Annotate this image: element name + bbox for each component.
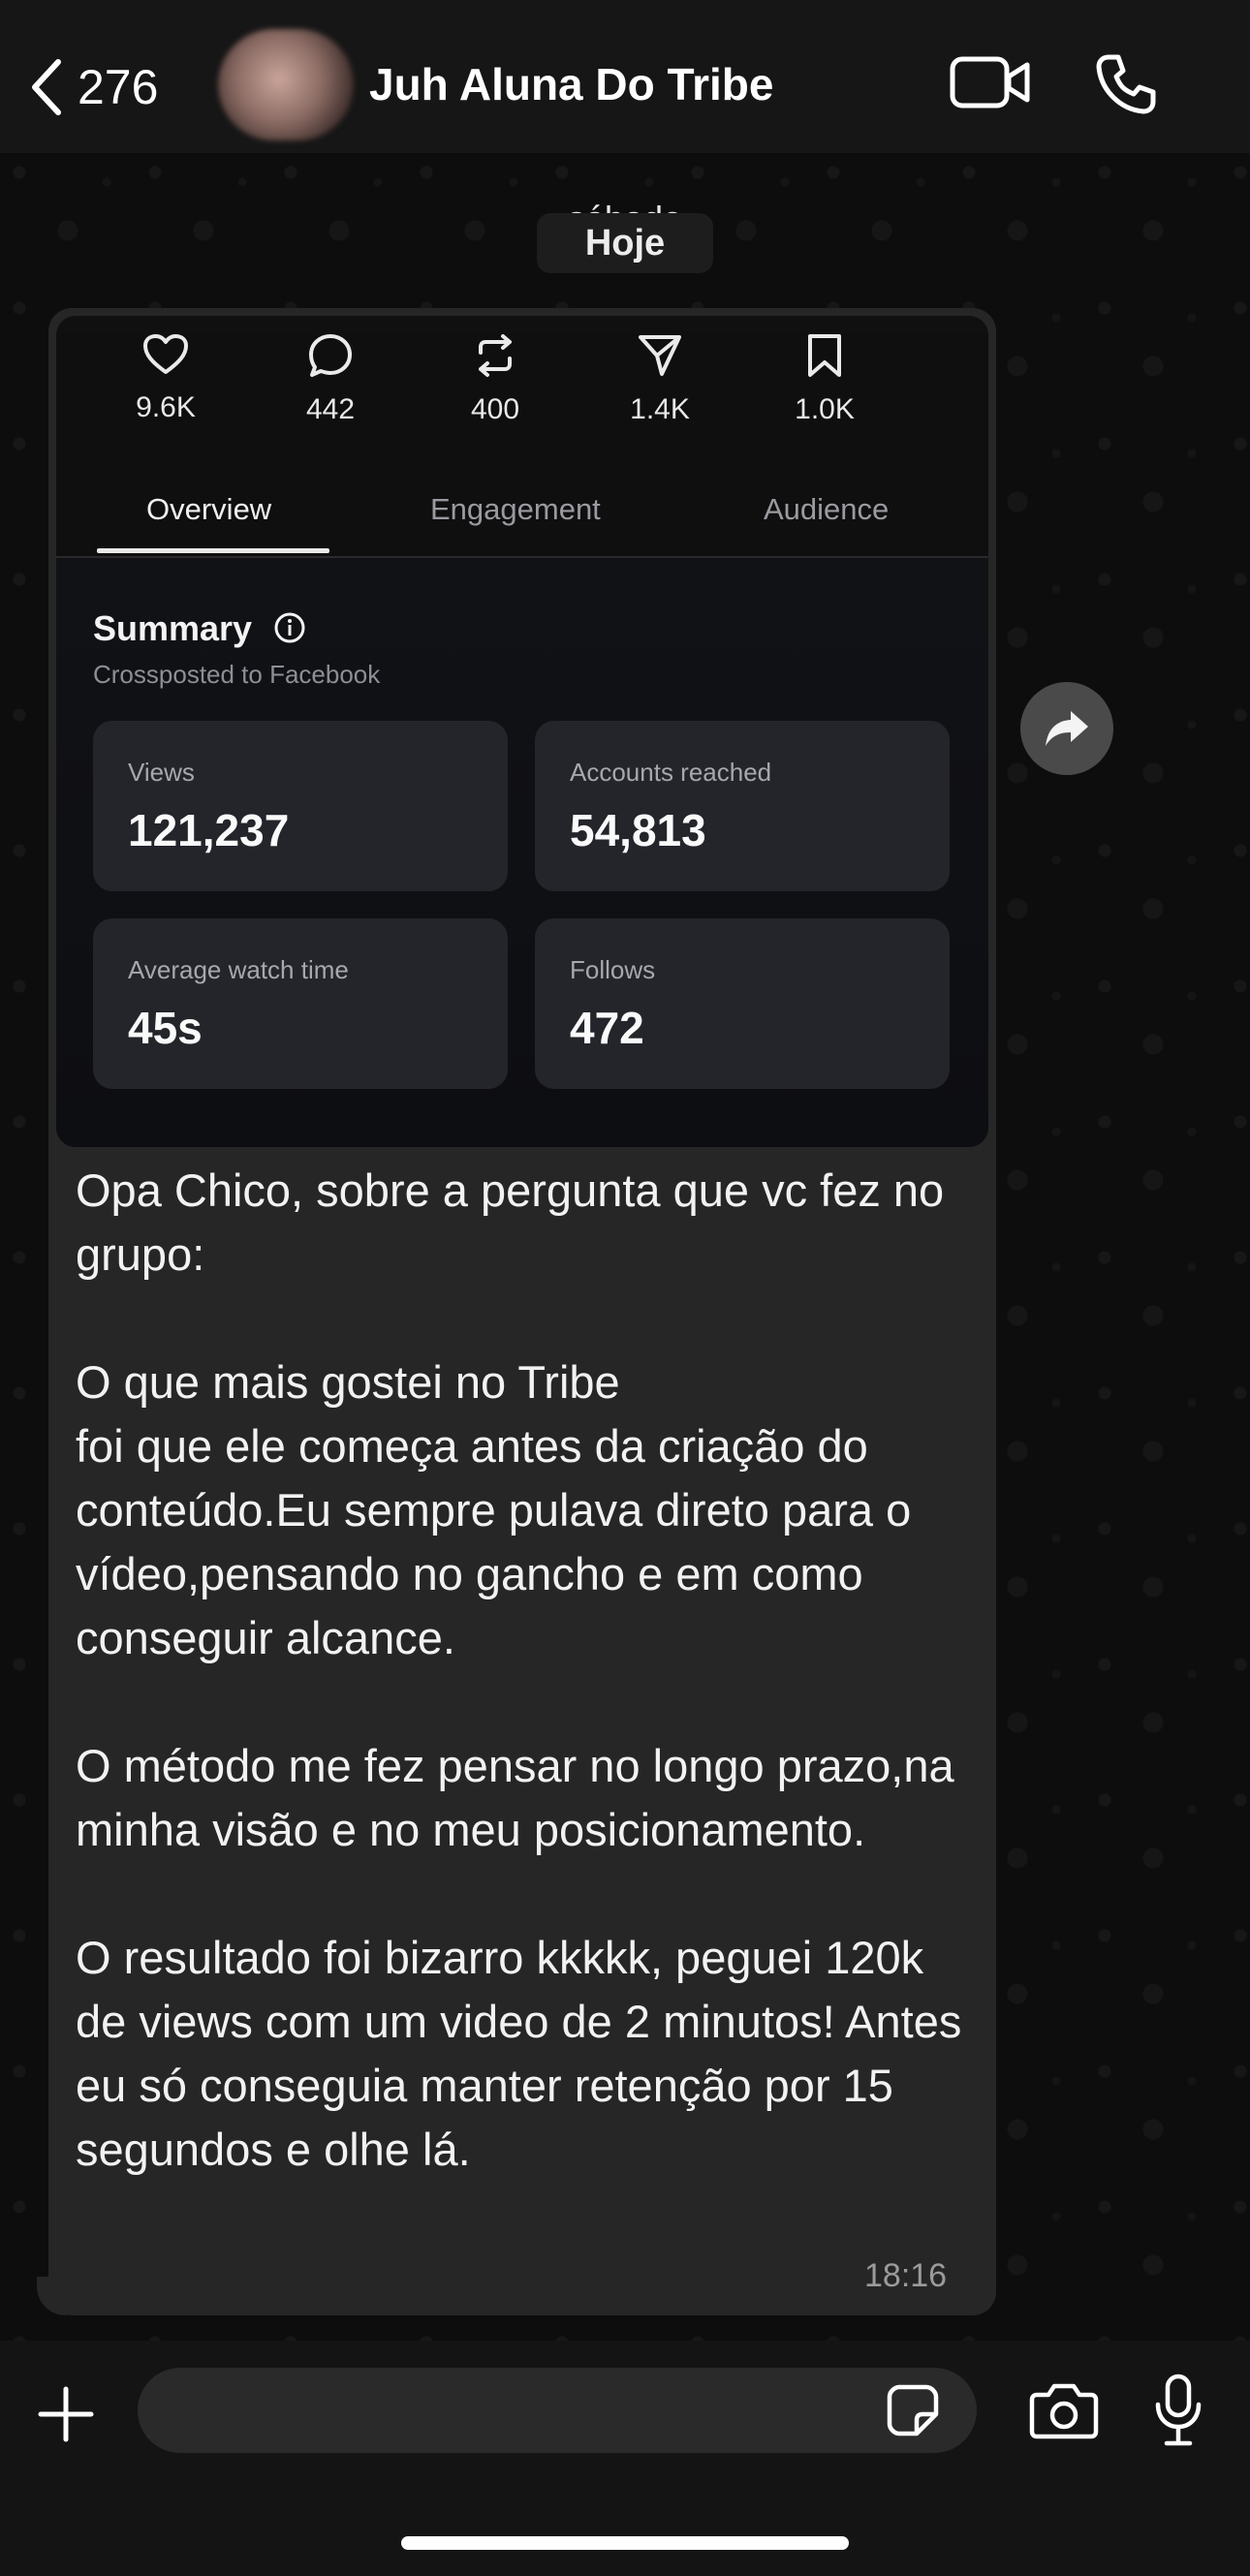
active-tab-indicator [97, 548, 329, 553]
message-text: Opa Chico, sobre a pergunta que vc fez n… [76, 1164, 962, 2175]
share-icon [639, 335, 681, 376]
microphone-icon [1155, 2374, 1202, 2446]
stat-saves: 1.0K [742, 333, 907, 479]
forward-icon [1046, 711, 1088, 746]
metric-card-views[interactable]: Views 121,237 [93, 721, 508, 891]
attach-button[interactable] [37, 2385, 95, 2448]
metric-value: 54,813 [570, 805, 706, 855]
heart-icon [143, 334, 188, 374]
insights-tabs: Overview Engagement Audience [56, 479, 988, 558]
microphone-button[interactable] [1153, 2374, 1203, 2452]
back-chevron-icon [32, 59, 61, 115]
avatar[interactable] [218, 29, 354, 140]
message-composer [0, 2341, 1250, 2576]
comment-icon [309, 334, 352, 377]
metric-value: 45s [128, 1003, 203, 1053]
summary-title: Summary [93, 608, 306, 649]
metric-label: Average watch time [128, 955, 349, 984]
sticker-button[interactable] [886, 2383, 940, 2442]
date-chip-previous: sábado [0, 190, 1250, 215]
sticker-icon [887, 2384, 939, 2436]
video-call-icon [950, 56, 1030, 109]
stat-comments: 442 [248, 333, 413, 479]
metric-card-accounts-reached[interactable]: Accounts reached 54,813 [535, 721, 950, 891]
summary-subtitle: Crossposted to Facebook [93, 660, 381, 689]
stat-shares: 1.4K [578, 333, 742, 479]
summary-section: Summary Crossposted to Facebook Views 12… [56, 558, 988, 1147]
phone-call-button[interactable] [1095, 53, 1157, 120]
message-timestamp: 18:16 [864, 2257, 948, 2294]
contact-name[interactable]: Juh Aluna Do Tribe [369, 58, 773, 110]
tab-audience[interactable]: Audience [764, 492, 889, 527]
summary-title-text: Summary [93, 608, 253, 648]
stats-row: 9.6K 442 400 1.4K 1.0K [56, 333, 988, 479]
bookmark-icon [808, 334, 841, 377]
camera-button[interactable] [1029, 2381, 1099, 2444]
camera-icon [1029, 2383, 1099, 2439]
chat-header: 276 Juh Aluna Do Tribe [0, 0, 1250, 153]
metric-card-average-watch-time[interactable]: Average watch time 45s [93, 918, 508, 1089]
info-icon[interactable] [273, 611, 306, 644]
plus-icon [38, 2386, 94, 2442]
stat-value: 1.4K [630, 393, 690, 425]
metric-card-follows[interactable]: Follows 472 [535, 918, 950, 1089]
tab-overview[interactable]: Overview [146, 492, 271, 527]
metric-label: Accounts reached [570, 758, 772, 787]
repost-icon [479, 334, 512, 377]
stat-value: 9.6K [136, 391, 196, 423]
metric-value: 121,237 [128, 805, 290, 855]
stat-value: 400 [470, 393, 520, 425]
metric-label: Views [128, 758, 195, 787]
stat-value: 442 [305, 393, 356, 425]
back-button[interactable]: 276 [29, 48, 158, 126]
video-call-button[interactable] [950, 53, 1031, 116]
home-indicator [401, 2536, 849, 2550]
unread-count: 276 [78, 60, 159, 114]
metric-value: 472 [570, 1003, 644, 1053]
message-input[interactable] [138, 2368, 977, 2453]
stat-value: 1.0K [795, 393, 855, 425]
stat-reposts: 400 [413, 333, 578, 479]
forward-button[interactable] [1020, 682, 1113, 775]
date-chip-today: Hoje [537, 213, 713, 273]
stat-likes: 9.6K [83, 333, 248, 479]
tab-engagement[interactable]: Engagement [430, 492, 601, 527]
metric-label: Follows [570, 955, 656, 984]
phone-icon [1096, 54, 1156, 114]
insights-screenshot[interactable]: 9.6K 442 400 1.4K 1.0K Overview Engageme… [56, 316, 988, 1147]
